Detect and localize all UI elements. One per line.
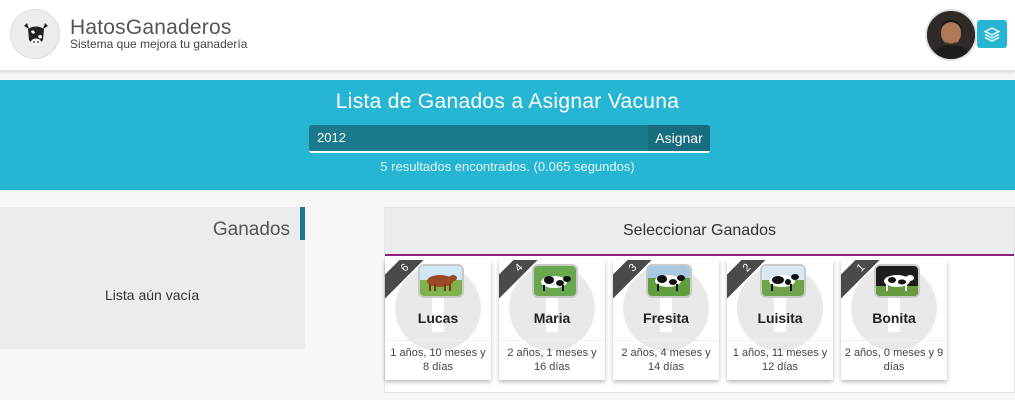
cattle-name: Fresita	[643, 310, 689, 326]
cattle-photo	[532, 264, 578, 298]
cattle-card[interactable]: Maria 2 años, 1 meses y 16 días 4	[499, 260, 605, 380]
layers-button[interactable]	[977, 20, 1007, 48]
cattle-name: Bonita	[872, 310, 916, 326]
ganados-panel: Ganados Lista aún vacía	[0, 207, 305, 349]
cattle-age: 1 años, 10 meses y 8 días	[390, 347, 486, 373]
select-cattle-title: Seleccionar Ganados	[623, 222, 776, 239]
cattle-name: Lucas	[417, 310, 459, 326]
panel-accent	[300, 207, 305, 240]
cattle-photo	[418, 264, 464, 298]
cattle-age: 2 años, 0 meses y 9 días	[844, 347, 944, 373]
card-divider	[727, 340, 833, 341]
layers-icon	[984, 27, 1000, 42]
holstein-cow-image	[534, 266, 576, 296]
cattle-age: 2 años, 4 meses y 14 días	[621, 347, 711, 373]
cattle-age: 2 años, 1 meses y 16 días	[507, 347, 597, 373]
cattle-card[interactable]: Lucas 1 años, 10 meses y 8 días 6	[385, 260, 491, 380]
cattle-card[interactable]: Luisita 1 años, 11 meses y 12 días 2	[727, 260, 833, 380]
brown-cow-image	[420, 266, 462, 296]
holstein-cow-image	[876, 266, 918, 296]
cattle-age: 1 años, 11 meses y 12 días	[732, 347, 828, 373]
cattle-card[interactable]: Fresita 2 años, 4 meses y 14 días 3	[613, 260, 719, 380]
search-value[interactable]: 2012	[317, 130, 346, 145]
holstein-cow-image	[762, 266, 804, 296]
cattle-photo	[874, 264, 920, 298]
cattle-card[interactable]: Bonita 2 años, 0 meses y 9 días 1	[841, 260, 947, 380]
ganados-panel-title: Ganados	[212, 219, 290, 240]
card-divider	[841, 340, 947, 341]
search-input[interactable]: 2012 Asignar	[309, 125, 710, 153]
user-photo	[927, 11, 975, 59]
cattle-name: Luisita	[757, 310, 803, 326]
select-cattle-header: Seleccionar Ganados	[385, 208, 1014, 256]
cow-head-icon	[24, 23, 48, 46]
search-banner: Lista de Ganados a Asignar Vacuna 2012 A…	[0, 80, 1015, 190]
card-divider	[613, 340, 719, 341]
select-cattle-panel: Seleccionar Ganados Lucas 1 años, 10 mes…	[384, 207, 1015, 393]
empty-list-message: Lista aún vacía	[105, 287, 200, 303]
card-divider	[385, 340, 491, 341]
brand-subtitle: Sistema que mejora tu ganadería	[70, 37, 248, 51]
card-divider	[499, 340, 605, 341]
cattle-photo	[760, 264, 806, 298]
holstein-cow-image	[648, 266, 690, 296]
user-avatar[interactable]	[925, 9, 977, 61]
cattle-photo	[646, 264, 692, 298]
brand-logo[interactable]	[10, 9, 60, 59]
cattle-name: Maria	[533, 310, 571, 326]
page-title: Lista de Ganados a Asignar Vacuna	[335, 90, 680, 113]
results-count: 5 resultados encontrados. (0.065 segundo…	[380, 159, 635, 174]
assign-button[interactable]: Asignar	[648, 125, 710, 151]
top-header: HatosGanaderos Sistema que mejora tu gan…	[0, 0, 1015, 72]
